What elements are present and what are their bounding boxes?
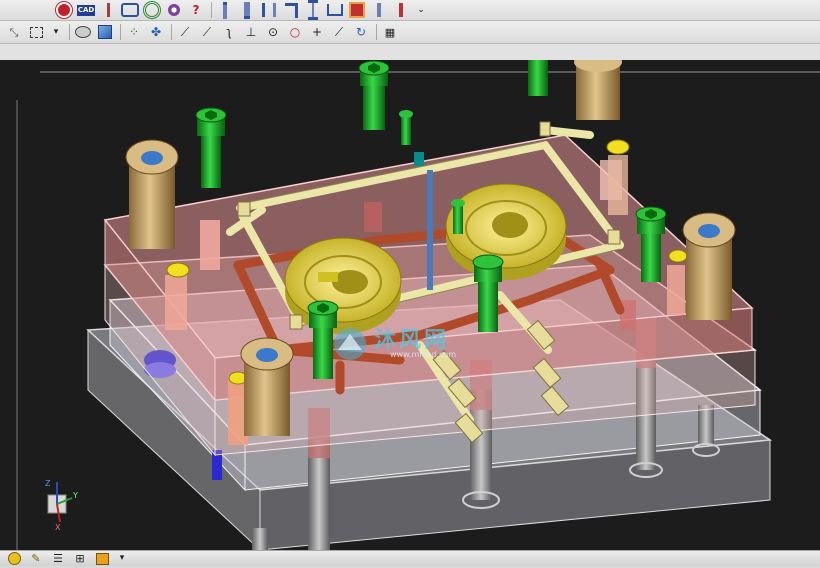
node-icon[interactable]: ✤	[146, 23, 166, 41]
toolbar-strip	[0, 44, 820, 61]
tangent-icon[interactable]: ⟋	[329, 23, 349, 41]
ejector-pin-icon[interactable]	[98, 1, 118, 19]
toolbar-separator	[376, 24, 377, 40]
spring-icon[interactable]	[391, 1, 411, 19]
socket-bolt	[195, 107, 227, 188]
3d-viewport[interactable]: Z Y X 沐风网 www.mfcad.com	[0, 60, 820, 550]
guide-bushing	[682, 212, 736, 320]
box-select-icon[interactable]	[26, 23, 46, 41]
view-shaded-icon[interactable]	[73, 23, 93, 41]
grid-icon[interactable]: ▦	[380, 23, 400, 41]
guide-bushing	[574, 60, 622, 120]
insert-icon[interactable]	[347, 1, 367, 19]
cad-icon[interactable]: CAD	[76, 1, 96, 19]
axis-x-label: X	[55, 523, 61, 532]
curve-icon[interactable]: ʅ	[219, 23, 239, 41]
bolt-icon[interactable]	[237, 1, 257, 19]
cross-icon[interactable]: +	[307, 23, 327, 41]
gear-disc-icon[interactable]	[164, 1, 184, 19]
circle-center-icon[interactable]: ⊙	[263, 23, 283, 41]
paint-bucket-icon[interactable]	[92, 550, 112, 568]
socket-bolt	[358, 60, 390, 130]
select-arrow-icon[interactable]: ⤡	[4, 23, 24, 41]
help-query-icon[interactable]: ?	[186, 1, 206, 19]
guide-bushing	[125, 139, 179, 249]
socket-bolt	[528, 60, 548, 96]
clamp-icon[interactable]	[325, 1, 345, 19]
compass-icon[interactable]	[4, 550, 24, 568]
network-icon[interactable]: ⁘	[124, 23, 144, 41]
layer-icon[interactable]: ☰	[48, 550, 68, 568]
pen-icon[interactable]: ✎	[26, 550, 46, 568]
lifter-icon[interactable]	[303, 0, 323, 20]
molded-part-right	[445, 183, 567, 280]
toolbar-separator	[120, 24, 121, 40]
pin-icon[interactable]	[215, 1, 235, 19]
status-toolbar: ✎ ☰ ⊞ ▾	[0, 550, 820, 566]
rotate-view-icon[interactable]: ↻	[351, 23, 371, 41]
top-toolbar: CAD ? ⌄	[0, 0, 820, 21]
target-icon[interactable]	[142, 1, 162, 19]
overflow-chevron-icon[interactable]: ⌄	[413, 1, 429, 19]
mold-assembly-render: Z Y X	[16, 60, 820, 550]
edit-toolbar: ⤡ ▾ ⁘ ✤ ⟋ ⟋ ʅ ⊥ ⊙ ○ + ⟋ ↻ ▦	[0, 21, 820, 44]
mold-plate-icon[interactable]	[120, 1, 140, 19]
normal-icon[interactable]: ⊥	[241, 23, 261, 41]
axis-z-label: Z	[45, 479, 51, 488]
red-disc-icon[interactable]	[54, 1, 74, 19]
guide-bushing	[240, 337, 294, 436]
step-icon[interactable]	[281, 1, 301, 19]
line-icon[interactable]: ⟋	[175, 23, 195, 41]
dropdown-icon[interactable]: ▾	[48, 23, 64, 41]
toolbar-separator	[69, 24, 70, 40]
circle-icon[interactable]: ○	[285, 23, 305, 41]
rod-icon[interactable]	[369, 1, 389, 19]
axis-triad: Z Y X	[45, 479, 78, 532]
trim-line-icon[interactable]: ⟋	[197, 23, 217, 41]
axis-y-label: Y	[72, 491, 78, 500]
slider-icon[interactable]	[259, 1, 279, 19]
hierarchy-icon[interactable]: ⊞	[70, 550, 90, 568]
toolbar-separator	[171, 24, 172, 40]
cube-view-icon[interactable]	[95, 23, 115, 41]
toolbar-separator	[211, 2, 212, 18]
dropdown-icon[interactable]: ▾	[114, 550, 130, 568]
